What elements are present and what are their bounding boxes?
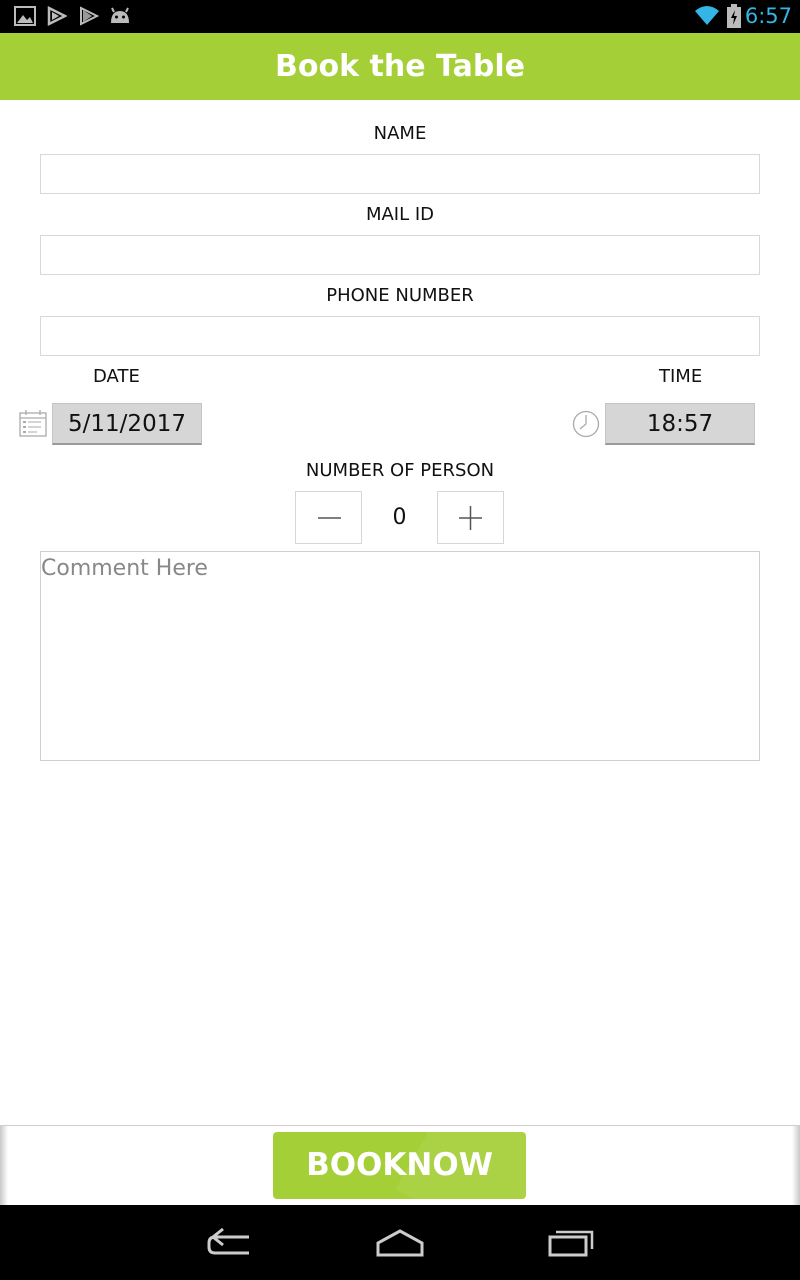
mail-input[interactable]: [41, 236, 759, 274]
decrement-button[interactable]: [295, 491, 362, 544]
increment-button[interactable]: [437, 491, 504, 544]
footer-edge-right: [792, 1126, 800, 1206]
title-bar: Book the Table: [0, 33, 800, 100]
persons-count: 0: [392, 505, 407, 530]
footer-bar: BOOKNOW: [0, 1125, 800, 1206]
phone-input[interactable]: [41, 317, 759, 355]
status-bar: 6:57: [0, 0, 800, 33]
clock-icon[interactable]: [572, 410, 600, 443]
footer-edge-left: [0, 1126, 8, 1206]
play-store-icon: [47, 5, 68, 31]
wifi-icon: [694, 4, 720, 31]
button-shine: [395, 1132, 526, 1199]
recent-apps-icon[interactable]: [546, 1225, 596, 1264]
home-icon[interactable]: [375, 1225, 425, 1264]
date-picker-button[interactable]: 5/11/2017: [52, 403, 202, 445]
play-store-icon: [79, 6, 100, 31]
image-icon: [14, 6, 36, 31]
name-label: NAME: [373, 123, 427, 144]
plus-icon: [459, 506, 482, 530]
mail-field-container: [40, 235, 760, 275]
time-label: TIME: [659, 366, 703, 387]
time-picker-button[interactable]: 18:57: [605, 403, 755, 445]
phone-label: PHONE NUMBER: [326, 285, 474, 306]
name-field-container: [40, 154, 760, 194]
back-icon[interactable]: [205, 1225, 255, 1264]
persons-label: NUMBER OF PERSON: [305, 460, 495, 481]
navigation-bar: [0, 1205, 800, 1280]
calendar-icon[interactable]: [19, 409, 47, 442]
page-title: Book the Table: [275, 49, 525, 84]
comment-box: [40, 551, 760, 761]
mail-label: MAIL ID: [365, 204, 435, 225]
book-now-button[interactable]: BOOKNOW: [273, 1132, 526, 1199]
comment-input[interactable]: [41, 552, 759, 760]
battery-charging-icon: [727, 4, 741, 33]
status-time: 6:57: [744, 4, 792, 28]
minus-icon: [318, 517, 341, 519]
date-label: DATE: [93, 366, 140, 387]
name-input[interactable]: [41, 155, 759, 193]
android-icon: [108, 6, 132, 31]
phone-field-container: [40, 316, 760, 356]
